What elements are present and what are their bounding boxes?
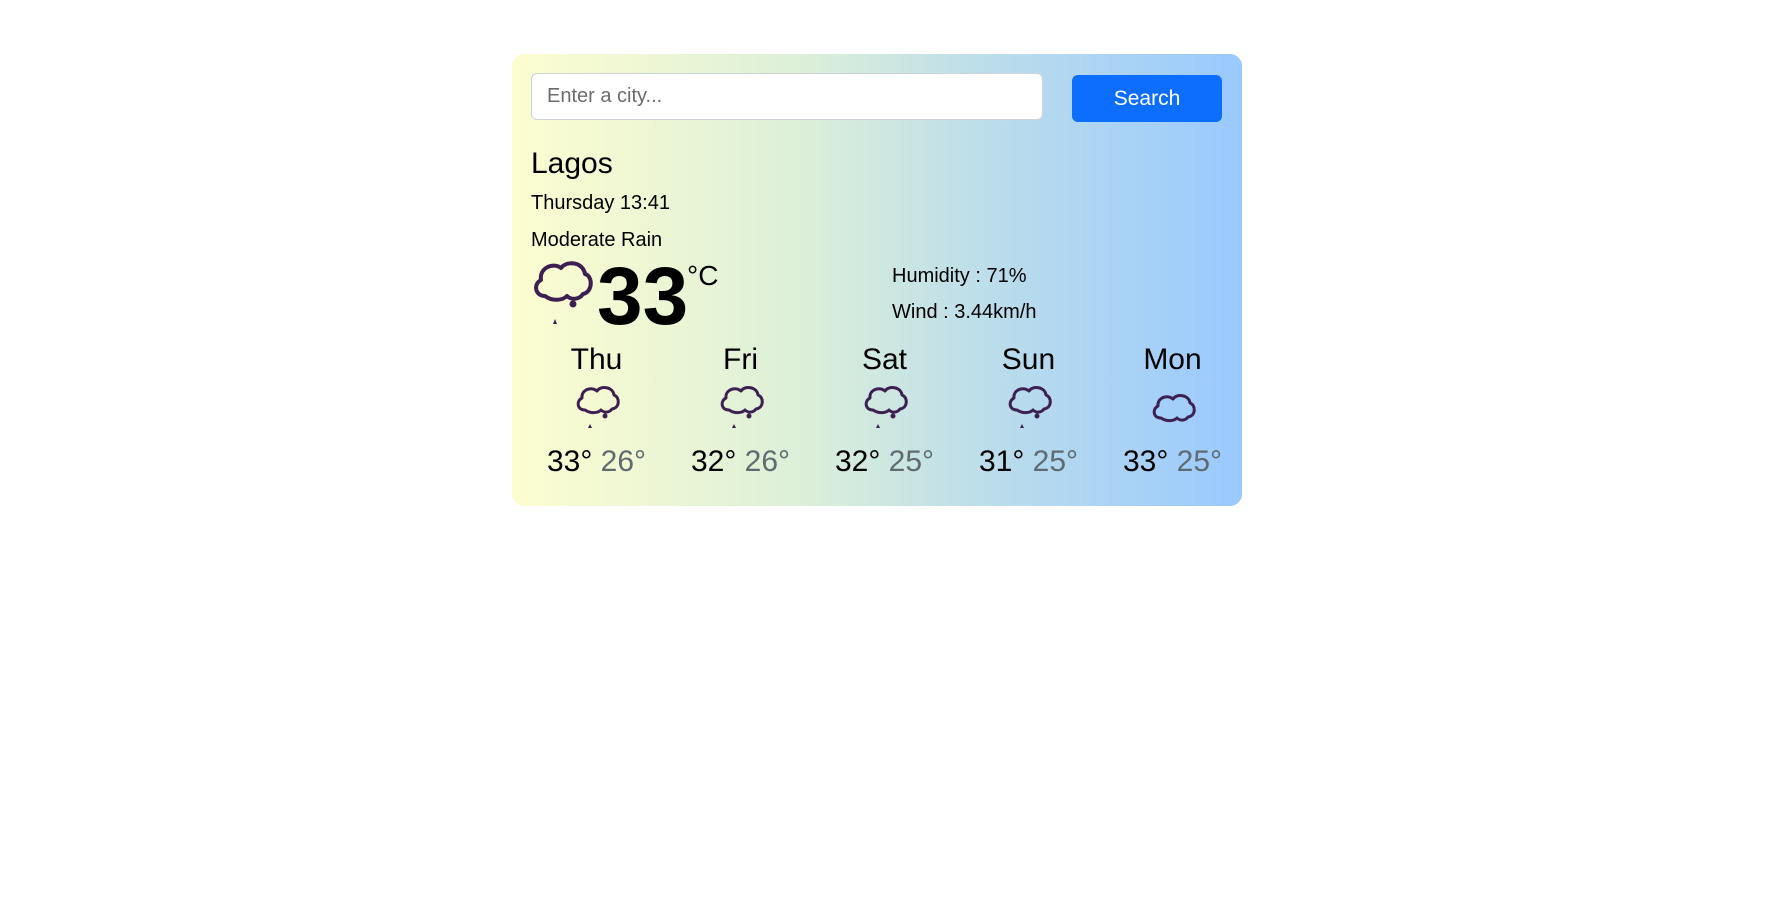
- forecast-high: 32°: [690, 445, 737, 478]
- forecast-temps: 32° 25°: [812, 444, 957, 480]
- forecast-day: Mon 33° 25°: [1100, 342, 1245, 480]
- forecast-temps: 32° 26°: [668, 444, 813, 480]
- forecast-day-name: Sun: [1001, 343, 1056, 376]
- rain-cloud-icon: [576, 386, 620, 428]
- city-search-input[interactable]: [531, 73, 1043, 120]
- forecast-day: Thu 33° 26°: [524, 342, 669, 480]
- temperature-unit: °C: [687, 260, 719, 291]
- city-name: Lagos: [531, 147, 613, 180]
- forecast-day-name: Mon: [1143, 343, 1202, 376]
- rain-cloud-icon: [534, 261, 593, 324]
- rain-cloud-icon: [720, 386, 764, 428]
- rain-cloud-icon: [1008, 386, 1052, 428]
- forecast-low: 25°: [888, 445, 935, 478]
- forecast-day: Sun 31° 25°: [956, 342, 1101, 480]
- forecast-low: 26°: [744, 445, 791, 478]
- forecast-high: 33°: [546, 445, 593, 478]
- forecast-day: Fri 32° 26°: [668, 342, 813, 480]
- forecast-day: Sat 32° 25°: [812, 342, 957, 480]
- forecast-low: 25°: [1176, 445, 1223, 478]
- search-button[interactable]: Search: [1072, 75, 1222, 122]
- current-datetime: Thursday 13:41: [531, 192, 670, 214]
- cloud-icon: [1152, 394, 1196, 423]
- forecast-low: 25°: [1032, 445, 1079, 478]
- rain-cloud-icon: [864, 386, 908, 428]
- forecast-high: 31°: [978, 445, 1025, 478]
- forecast-high: 33°: [1122, 445, 1169, 478]
- forecast-day-name: Thu: [570, 343, 623, 376]
- forecast-temps: 33° 25°: [1100, 444, 1245, 480]
- forecast-row: Thu 33° 26° Fri 32° 26° Sat 32° 25° Sun …: [512, 342, 1242, 492]
- forecast-high: 32°: [834, 445, 881, 478]
- weather-condition: Moderate Rain: [531, 229, 663, 251]
- forecast-temps: 33° 26°: [524, 444, 669, 480]
- weather-card: Search Lagos Thursday 13:41 Moderate Rai…: [512, 54, 1242, 506]
- humidity-readout: Humidity : 71%: [892, 265, 1027, 287]
- forecast-low: 26°: [600, 445, 647, 478]
- wind-readout: Wind : 3.44km/h: [892, 301, 1037, 323]
- forecast-day-name: Fri: [723, 343, 758, 376]
- current-temperature: 33: [597, 251, 689, 342]
- forecast-temps: 31° 25°: [956, 444, 1101, 480]
- forecast-day-name: Sat: [861, 343, 908, 376]
